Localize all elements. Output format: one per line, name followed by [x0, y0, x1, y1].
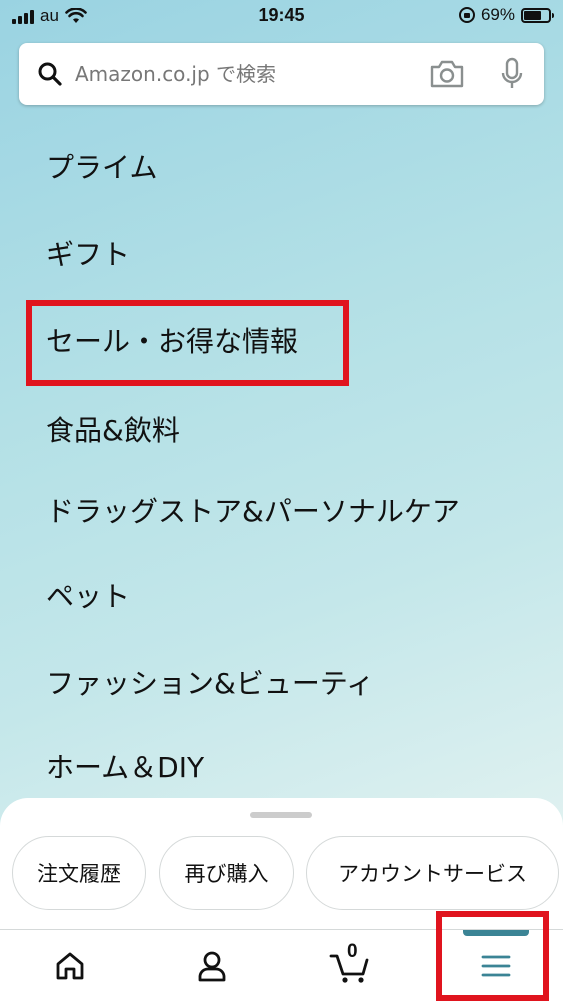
menu-item-drugstore[interactable]: ドラッグストア&パーソナルケア: [46, 492, 460, 532]
home-icon: [56, 952, 84, 979]
status-right: 69%: [458, 5, 554, 25]
buy-again-chip[interactable]: 再び購入: [159, 836, 294, 910]
order-history-chip[interactable]: 注文履歴: [12, 836, 146, 910]
orientation-lock-icon: [458, 7, 475, 23]
search-icon: [38, 62, 62, 86]
account-services-chip[interactable]: アカウントサービス: [306, 836, 559, 910]
cart-count-badge: 0: [347, 941, 358, 962]
highlight-annotation-menu-tab: [436, 911, 549, 1001]
battery-percent: 69%: [480, 5, 515, 24]
camera-icon[interactable]: [429, 59, 465, 89]
tab-cart[interactable]: 0: [301, 930, 401, 1001]
search-input[interactable]: [75, 55, 375, 93]
tab-account[interactable]: [162, 930, 262, 1001]
menu-item-pet[interactable]: ペット: [46, 577, 130, 617]
search-bar[interactable]: [19, 43, 544, 105]
tab-home[interactable]: [20, 930, 120, 1001]
status-bar: au 19:45 69%: [0, 0, 563, 34]
user-icon: [198, 951, 226, 981]
menu-item-fashion[interactable]: ファッション&ビューティ: [46, 664, 374, 704]
menu-item-home-diy[interactable]: ホーム＆DIY: [46, 748, 204, 788]
menu-item-food[interactable]: 食品&飲料: [46, 411, 180, 451]
battery-icon: [521, 7, 554, 23]
battery-fill: [524, 10, 541, 20]
sheet-grabber[interactable]: [250, 812, 312, 818]
menu-item-gift[interactable]: ギフト: [46, 235, 130, 275]
highlight-annotation-sale: [26, 300, 349, 386]
menu-item-prime[interactable]: プライム: [46, 148, 157, 188]
microphone-icon[interactable]: [500, 57, 524, 91]
